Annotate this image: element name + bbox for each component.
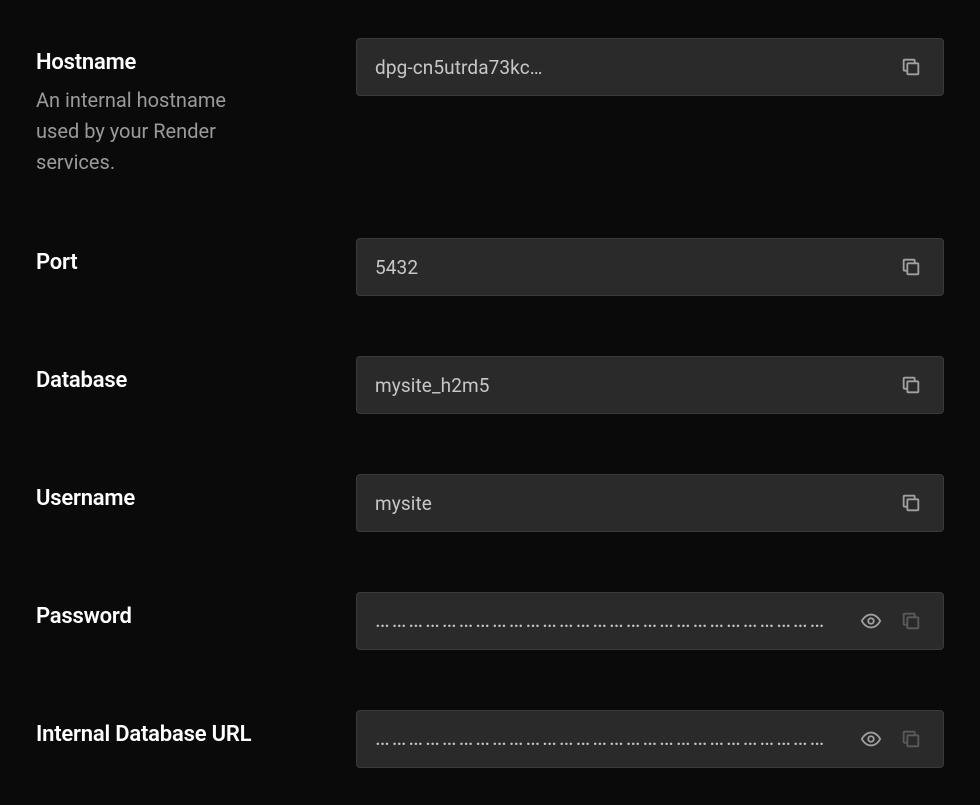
internal-db-url-value-box: ……………………………………………………………………… xyxy=(356,710,944,768)
internal-db-url-label: Internal Database URL xyxy=(36,722,356,747)
hostname-row: Hostname An internal hostname used by yo… xyxy=(36,38,944,178)
password-masked-value: ……………………………………………………………………… xyxy=(375,610,845,632)
copy-icon[interactable] xyxy=(897,607,925,635)
internal-db-url-row: Internal Database URL ………………………………………………… xyxy=(36,710,944,768)
database-label-col: Database xyxy=(36,356,356,393)
username-label-col: Username xyxy=(36,474,356,511)
hostname-value: dpg-cn5utrda73kc… xyxy=(375,56,885,79)
password-label: Password xyxy=(36,604,356,629)
password-label-col: Password xyxy=(36,592,356,629)
username-value-box: mysite xyxy=(356,474,944,532)
eye-icon[interactable] xyxy=(857,725,885,753)
port-value-col: 5432 xyxy=(356,238,944,296)
password-value-col: ……………………………………………………………………… xyxy=(356,592,944,650)
hostname-value-col: dpg-cn5utrda73kc… xyxy=(356,38,944,96)
username-row: Username mysite xyxy=(36,474,944,532)
port-value-box: 5432 xyxy=(356,238,944,296)
username-value: mysite xyxy=(375,492,885,515)
hostname-value-box: dpg-cn5utrda73kc… xyxy=(356,38,944,96)
hostname-label-col: Hostname An internal hostname used by yo… xyxy=(36,38,356,178)
database-label: Database xyxy=(36,368,356,393)
database-row: Database mysite_h2m5 xyxy=(36,356,944,414)
database-value-col: mysite_h2m5 xyxy=(356,356,944,414)
port-value: 5432 xyxy=(375,256,885,279)
eye-icon[interactable] xyxy=(857,607,885,635)
copy-icon[interactable] xyxy=(897,253,925,281)
copy-icon[interactable] xyxy=(897,489,925,517)
password-row: Password ……………………………………………………………………… xyxy=(36,592,944,650)
copy-icon[interactable] xyxy=(897,53,925,81)
hostname-description: An internal hostname used by your Render… xyxy=(36,85,256,178)
username-value-col: mysite xyxy=(356,474,944,532)
database-value: mysite_h2m5 xyxy=(375,374,885,397)
copy-icon[interactable] xyxy=(897,371,925,399)
internal-db-url-masked-value: ……………………………………………………………………… xyxy=(375,728,845,750)
internal-db-url-value-col: ……………………………………………………………………… xyxy=(356,710,944,768)
port-label: Port xyxy=(36,250,356,275)
database-value-box: mysite_h2m5 xyxy=(356,356,944,414)
username-label: Username xyxy=(36,486,356,511)
hostname-label: Hostname xyxy=(36,50,356,75)
password-value-box: ……………………………………………………………………… xyxy=(356,592,944,650)
port-label-col: Port xyxy=(36,238,356,275)
port-row: Port 5432 xyxy=(36,238,944,296)
internal-db-url-label-col: Internal Database URL xyxy=(36,710,356,747)
copy-icon[interactable] xyxy=(897,725,925,753)
